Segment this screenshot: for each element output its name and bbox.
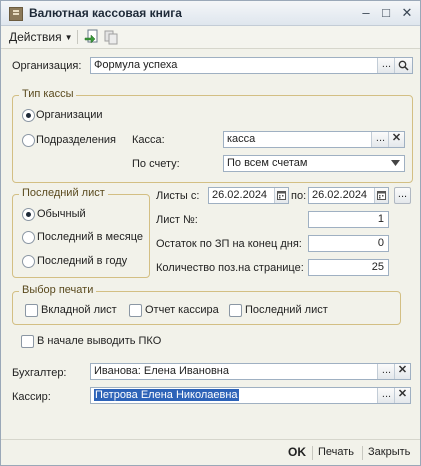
cashier-field[interactable]: Петрова Елена Николаевна ... ✕	[90, 387, 411, 404]
last-sheet-normal-radio[interactable]	[22, 208, 35, 221]
maximize-button[interactable]: □	[378, 5, 394, 21]
export-icon[interactable]	[83, 29, 99, 45]
accountant-field[interactable]: Иванова: Елена Ивановна ... ✕	[90, 363, 411, 380]
sheet-no-value: 1	[377, 213, 384, 225]
period-select-button[interactable]: ...	[394, 187, 411, 204]
actions-menu[interactable]: Действия ▼	[9, 30, 73, 44]
account-select[interactable]: По всем счетам	[223, 155, 405, 172]
last-sheet-month-label[interactable]: Последний в месяце	[37, 231, 143, 243]
close-button[interactable]: Закрыть	[368, 446, 410, 458]
sheets-from-value: 26.02.2024	[212, 189, 268, 201]
last-sheet-month-radio[interactable]	[22, 231, 35, 244]
last-sheet-normal-label[interactable]: Обычный	[37, 208, 86, 220]
cashier-label: Кассир:	[12, 391, 51, 403]
account-label: По счету:	[132, 158, 180, 170]
cash-type-sub-label[interactable]: Подразделения	[36, 134, 116, 146]
org-value: Формула успеха	[94, 59, 178, 71]
accountant-select-button[interactable]: ...	[377, 364, 395, 379]
count-label: Количество поз.на странице:	[156, 262, 304, 274]
balance-label: Остаток по ЗП на конец дня:	[156, 238, 302, 250]
last-sheet-print-label[interactable]: Последний лист	[245, 304, 328, 316]
insert-sheet-label[interactable]: Вкладной лист	[41, 304, 117, 316]
last-sheet-title: Последний лист	[19, 187, 108, 199]
last-sheet-year-label[interactable]: Последний в году	[37, 255, 127, 267]
title-bar[interactable]: Валютная кассовая книга – □ ✕	[1, 1, 420, 26]
sheets-to-field[interactable]: 26.02.2024	[308, 187, 389, 204]
account-value: По всем счетам	[227, 157, 308, 169]
count-field[interactable]: 25	[308, 259, 389, 276]
insert-sheet-checkbox[interactable]	[25, 304, 38, 317]
cashier-clear-icon[interactable]: ✕	[394, 388, 410, 403]
toolbar-separator	[77, 30, 78, 44]
sheet-no-label: Лист №:	[156, 214, 198, 226]
sheets-from-field[interactable]: 26.02.2024	[208, 187, 289, 204]
cashier-report-label[interactable]: Отчет кассира	[145, 304, 219, 316]
sheets-to-label: по:	[291, 190, 307, 202]
org-label: Организация:	[12, 60, 82, 72]
copy-icon[interactable]	[103, 29, 119, 45]
minimize-button[interactable]: –	[358, 5, 374, 21]
sheets-to-value: 26.02.2024	[312, 189, 368, 201]
caret-down-icon: ▼	[64, 33, 73, 42]
cash-type-sub-radio[interactable]	[22, 134, 35, 147]
calendar-icon[interactable]	[374, 188, 388, 203]
accountant-value: Иванова: Елена Ивановна	[94, 365, 229, 377]
cashier-report-checkbox[interactable]	[129, 304, 142, 317]
footer-separator	[312, 446, 313, 460]
org-select-button[interactable]: ...	[377, 58, 395, 73]
window-title: Валютная кассовая книга	[29, 6, 182, 20]
sheets-from-label: Листы с:	[156, 190, 200, 202]
sheet-no-field[interactable]: 1	[308, 211, 389, 228]
org-field[interactable]: Формула успеха ...	[90, 57, 413, 74]
cash-type-org-radio[interactable]	[22, 109, 35, 122]
accountant-clear-icon[interactable]: ✕	[394, 364, 410, 379]
balance-field[interactable]: 0	[308, 235, 389, 252]
last-sheet-checkbox[interactable]	[229, 304, 242, 317]
footer-divider	[1, 439, 420, 440]
cashier-value-wrap: Петрова Елена Николаевна	[94, 389, 239, 401]
kassa-field[interactable]: касса ... ✕	[223, 131, 405, 148]
calendar-icon[interactable]	[274, 188, 288, 203]
close-window-button[interactable]: ✕	[399, 5, 415, 21]
cash-type-title: Тип кассы	[19, 88, 77, 100]
last-sheet-year-radio[interactable]	[22, 255, 35, 268]
window: Валютная кассовая книга – □ ✕ Действия ▼ …	[0, 0, 421, 466]
cashier-select-button[interactable]: ...	[377, 388, 395, 403]
kassa-clear-icon[interactable]: ✕	[388, 132, 404, 147]
print-button[interactable]: Печать	[318, 446, 354, 458]
cashier-value: Петрова Елена Николаевна	[94, 389, 239, 401]
cash-book-icon	[9, 7, 23, 21]
search-icon[interactable]	[394, 58, 412, 73]
count-value: 25	[371, 261, 384, 273]
ok-button[interactable]: OK	[288, 445, 306, 459]
pko-checkbox[interactable]	[21, 335, 34, 348]
kassa-select-button[interactable]: ...	[371, 132, 389, 147]
chevron-down-icon[interactable]	[387, 156, 404, 171]
footer-separator	[362, 446, 363, 460]
accountant-label: Бухгалтер:	[12, 367, 67, 379]
actions-label: Действия	[9, 30, 62, 44]
toolbar: Действия ▼	[1, 26, 420, 49]
kassa-value: касса	[227, 133, 256, 145]
pko-label[interactable]: В начале выводить ПКО	[37, 335, 161, 347]
balance-value: 0	[377, 237, 384, 249]
print-choice-title: Выбор печати	[19, 284, 97, 296]
kassa-label: Касса:	[132, 134, 165, 146]
cash-type-org-label[interactable]: Организации	[36, 109, 103, 121]
